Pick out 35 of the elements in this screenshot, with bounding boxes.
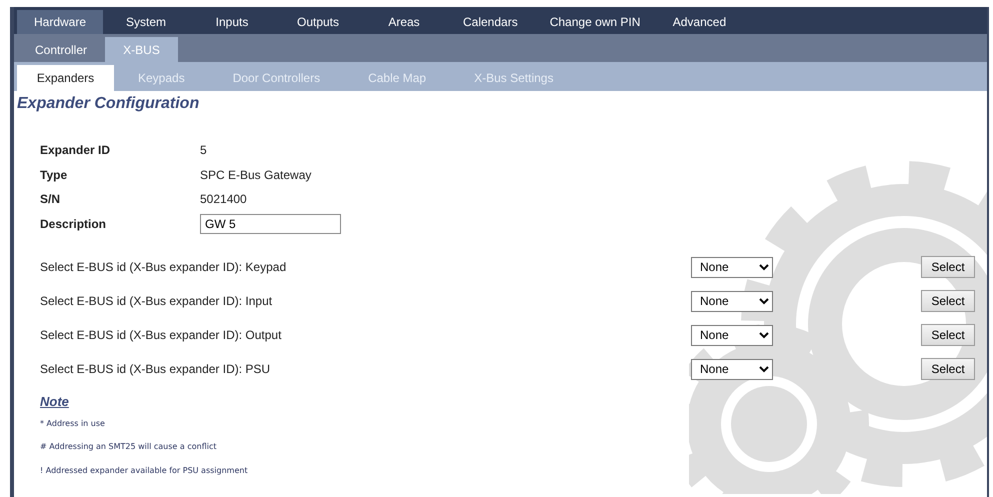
field-label: S/N (40, 191, 62, 208)
assignment-label: Select E-BUS id (X-Bus expander ID): Keypad (40, 259, 288, 276)
select-button[interactable]: Select (921, 324, 975, 346)
menu-tab[interactable]: Inputs (189, 10, 275, 34)
select-button[interactable]: Select (921, 256, 975, 278)
field-label: Description (40, 216, 108, 233)
assignment-label: Select E-BUS id (X-Bus expander ID): PSU (40, 361, 272, 378)
select-button[interactable]: Select (921, 290, 975, 312)
menu-tab[interactable]: Outputs (275, 10, 361, 34)
menu-tab[interactable]: Change own PIN (534, 10, 656, 34)
id-dropdown[interactable]: None (691, 290, 773, 312)
menu-tab[interactable]: Hardware (17, 10, 103, 34)
note-text: ! Addressed expander available for PSU assignment (40, 464, 249, 477)
section-tab[interactable]: Expanders (17, 65, 114, 91)
field-label: Expander ID (40, 142, 112, 160)
submenu-tab[interactable]: Controller (17, 37, 105, 62)
menu-tab[interactable]: Advanced (656, 10, 742, 34)
page-title: Expander Configuration (17, 94, 200, 114)
id-dropdown[interactable]: None (691, 256, 773, 278)
field-value: 5 (200, 142, 207, 160)
note-text: # Addressing an SMT25 will cause a conflict (40, 441, 218, 453)
field-value: 5021400 (200, 191, 247, 208)
field-label: Type (40, 166, 68, 184)
menu-tab[interactable]: Calendars (447, 10, 534, 34)
note-text: * Address in use (40, 418, 106, 430)
select-button[interactable]: Select (921, 358, 975, 380)
menu-tab[interactable]: Areas (361, 10, 447, 34)
description-field[interactable]: GW 5 (200, 214, 341, 234)
note-heading: Note (40, 393, 69, 411)
menu-tab[interactable]: System (103, 10, 189, 34)
id-dropdown[interactable]: None (691, 324, 773, 346)
assignment-label: Select E-BUS id (X-Bus expander ID): Output (40, 327, 282, 344)
id-dropdown[interactable]: None (691, 358, 773, 380)
assignment-label: Select E-BUS id (X-Bus expander ID): Input (40, 293, 274, 310)
field-value: SPC E-Bus Gateway (200, 166, 312, 184)
